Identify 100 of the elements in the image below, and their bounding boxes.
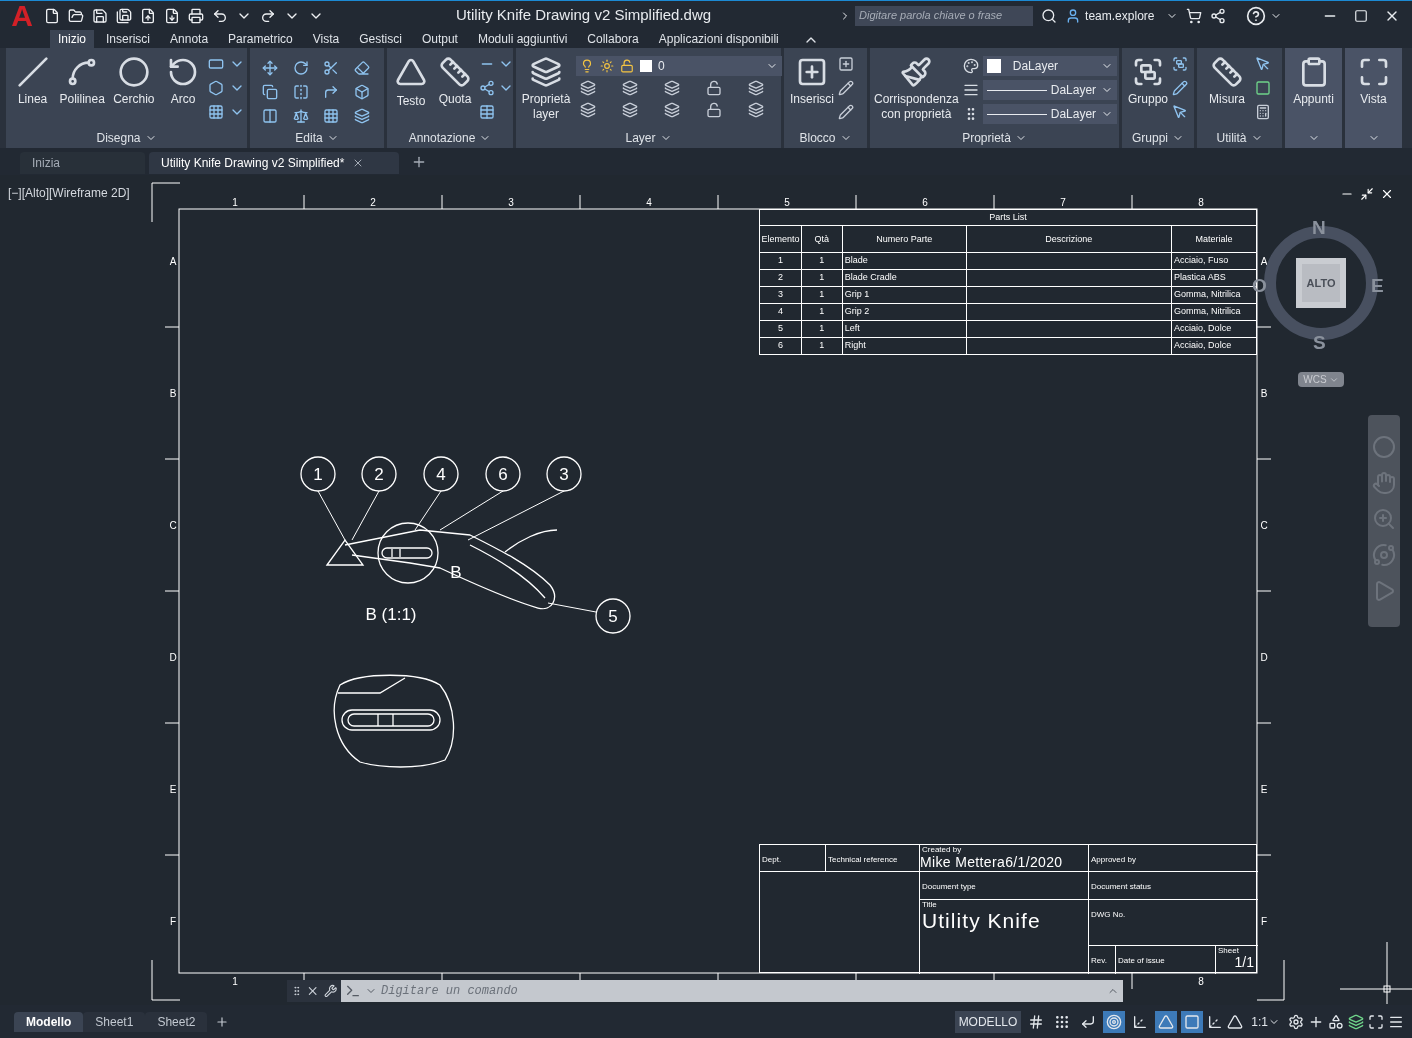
- dimension-icon[interactable]: [439, 56, 471, 88]
- layout-tab[interactable]: Sheet1: [83, 1011, 146, 1032]
- layer-tool-icon[interactable]: [748, 102, 764, 118]
- viewport-restore-icon[interactable]: [1360, 187, 1374, 201]
- stretch-icon[interactable]: [262, 108, 278, 124]
- group-icon[interactable]: [1132, 56, 1164, 88]
- eraser-icon[interactable]: [353, 60, 370, 76]
- move-icon[interactable]: [262, 60, 278, 76]
- new-tab-icon[interactable]: [411, 154, 427, 170]
- ribbon-tab[interactable]: Inserisci: [98, 30, 159, 48]
- panel-title[interactable]: Proprietà: [962, 129, 1027, 147]
- maximize-icon[interactable]: [1354, 8, 1368, 23]
- quick-select-icon[interactable]: [1255, 56, 1271, 72]
- compass-letter[interactable]: S: [1313, 333, 1326, 352]
- terminal-icon[interactable]: [345, 983, 361, 999]
- ribbon-tool-button[interactable]: Gruppo: [1126, 52, 1170, 120]
- ribbon-tool-button[interactable]: Linea: [10, 52, 56, 120]
- layer-tool-icon[interactable]: [748, 80, 764, 96]
- ribbon-tab[interactable]: Inizio: [50, 30, 94, 48]
- help-icon[interactable]: [1246, 5, 1267, 26]
- document-tab[interactable]: Utility Knife Drawing v2 Simplified*: [149, 152, 399, 174]
- ribbon-tab[interactable]: Gestisci: [351, 30, 410, 48]
- fullscreen-icon[interactable]: [1368, 1013, 1384, 1030]
- ribbon-tab[interactable]: Parametrico: [220, 30, 301, 48]
- search-field[interactable]: Digitare parola chiave o frase: [855, 5, 1034, 26]
- scale-dropdown[interactable]: 1:1: [1247, 1012, 1284, 1031]
- ribbon-tool-button[interactable]: Testo: [391, 52, 431, 120]
- group-select-icon[interactable]: [1172, 104, 1188, 120]
- layer-tool-icon[interactable]: [664, 80, 680, 96]
- layout-tab[interactable]: Sheet2: [145, 1011, 208, 1032]
- panel-title[interactable]: Annotazione: [408, 129, 492, 147]
- array-icon[interactable]: [323, 108, 339, 124]
- hatch-icon[interactable]: [207, 104, 224, 120]
- box-icon[interactable]: [353, 84, 370, 100]
- annotation-scale-icon[interactable]: [1227, 1013, 1244, 1030]
- leader-icon[interactable]: [479, 80, 495, 96]
- redo-icon[interactable]: [260, 7, 276, 24]
- download-icon[interactable]: [164, 7, 180, 24]
- group-edit-icon[interactable]: [1172, 80, 1188, 96]
- ribbon-tool-button[interactable]: Quota: [435, 52, 475, 120]
- unlock-icon[interactable]: [620, 59, 634, 73]
- attribute-edit-icon[interactable]: [838, 104, 854, 120]
- settings-icon[interactable]: [1288, 1013, 1304, 1030]
- edit-block-icon[interactable]: [838, 80, 854, 96]
- layer-tool-icon[interactable]: [622, 80, 638, 96]
- layer-tool-icon[interactable]: [580, 80, 596, 96]
- command-line-handle[interactable]: [287, 980, 341, 1002]
- property-dropdown[interactable]: DaLayer: [982, 80, 1117, 100]
- rotate-icon[interactable]: [292, 60, 309, 76]
- ribbon-tab[interactable]: Collabora: [579, 30, 647, 48]
- ribbon-tool-button[interactable]: Arco: [160, 52, 206, 120]
- layer-tool-icon[interactable]: [580, 102, 596, 118]
- insert-block-icon[interactable]: [796, 56, 828, 88]
- view-cube-face[interactable]: ALTO: [1296, 258, 1346, 308]
- save-icon[interactable]: [92, 7, 108, 24]
- mirror-icon[interactable]: [292, 84, 309, 100]
- print-icon[interactable]: [188, 7, 204, 24]
- ribbon-tab[interactable]: Vista: [304, 30, 348, 48]
- lineweight-icon[interactable]: [962, 82, 979, 98]
- layer-dropdown[interactable]: 0: [576, 56, 782, 76]
- line-icon[interactable]: [16, 56, 49, 88]
- match-properties-icon[interactable]: [900, 56, 933, 88]
- annotation-visibility-icon[interactable]: [1207, 1013, 1224, 1030]
- layout-tab[interactable]: Modello: [14, 1011, 84, 1032]
- ribbon-tab[interactable]: Moduli aggiuntivi: [469, 30, 576, 48]
- circle-icon[interactable]: [117, 56, 150, 88]
- search-icon[interactable]: [1041, 7, 1058, 24]
- sun-icon[interactable]: [600, 59, 614, 73]
- add-layout-icon[interactable]: [215, 1014, 230, 1029]
- model-space-button[interactable]: MODELLO: [954, 1010, 1022, 1033]
- panel-title[interactable]: Blocco: [799, 129, 852, 147]
- lock-icon[interactable]: [706, 102, 722, 118]
- ribbon-tool-button[interactable]: Cerchio: [109, 52, 159, 120]
- property-dropdown[interactable]: DaLayer: [982, 56, 1117, 76]
- rectangle-icon[interactable]: [207, 56, 224, 72]
- offset-icon[interactable]: [353, 108, 370, 124]
- select-all-icon[interactable]: [1255, 80, 1271, 96]
- hardware-acceleration-icon[interactable]: [1348, 1013, 1364, 1030]
- panel-title[interactable]: Disegna: [96, 129, 157, 147]
- ruler-icon[interactable]: [1211, 56, 1243, 88]
- property-dropdown[interactable]: DaLayer: [982, 104, 1117, 124]
- trim-icon[interactable]: [323, 60, 339, 76]
- ribbon-tool-button[interactable]: Misura: [1201, 52, 1253, 120]
- create-block-icon[interactable]: [838, 56, 854, 72]
- ribbon-tab[interactable]: Annota: [162, 30, 217, 48]
- open-folder-icon[interactable]: [68, 7, 84, 24]
- viewport-close-icon[interactable]: [1380, 187, 1394, 201]
- color-wheel-icon[interactable]: [962, 58, 979, 74]
- command-line-bar[interactable]: Digitare un comando: [341, 980, 1123, 1002]
- lightbulb-icon[interactable]: [580, 59, 594, 73]
- upload-icon[interactable]: [140, 7, 156, 24]
- status-toggle[interactable]: [1181, 1010, 1204, 1033]
- ribbon-tool-button[interactable]: Inserisci: [788, 52, 836, 120]
- ribbon-tool-button[interactable]: Proprietà layer: [520, 52, 572, 126]
- undo-icon[interactable]: [212, 7, 228, 24]
- calculator-icon[interactable]: [1255, 104, 1271, 120]
- document-tab[interactable]: Inizia: [20, 152, 145, 174]
- ribbon-tab[interactable]: Applicazioni disponibili: [650, 30, 787, 48]
- save-as-icon[interactable]: [116, 7, 132, 24]
- status-toggle[interactable]: [1155, 1010, 1178, 1033]
